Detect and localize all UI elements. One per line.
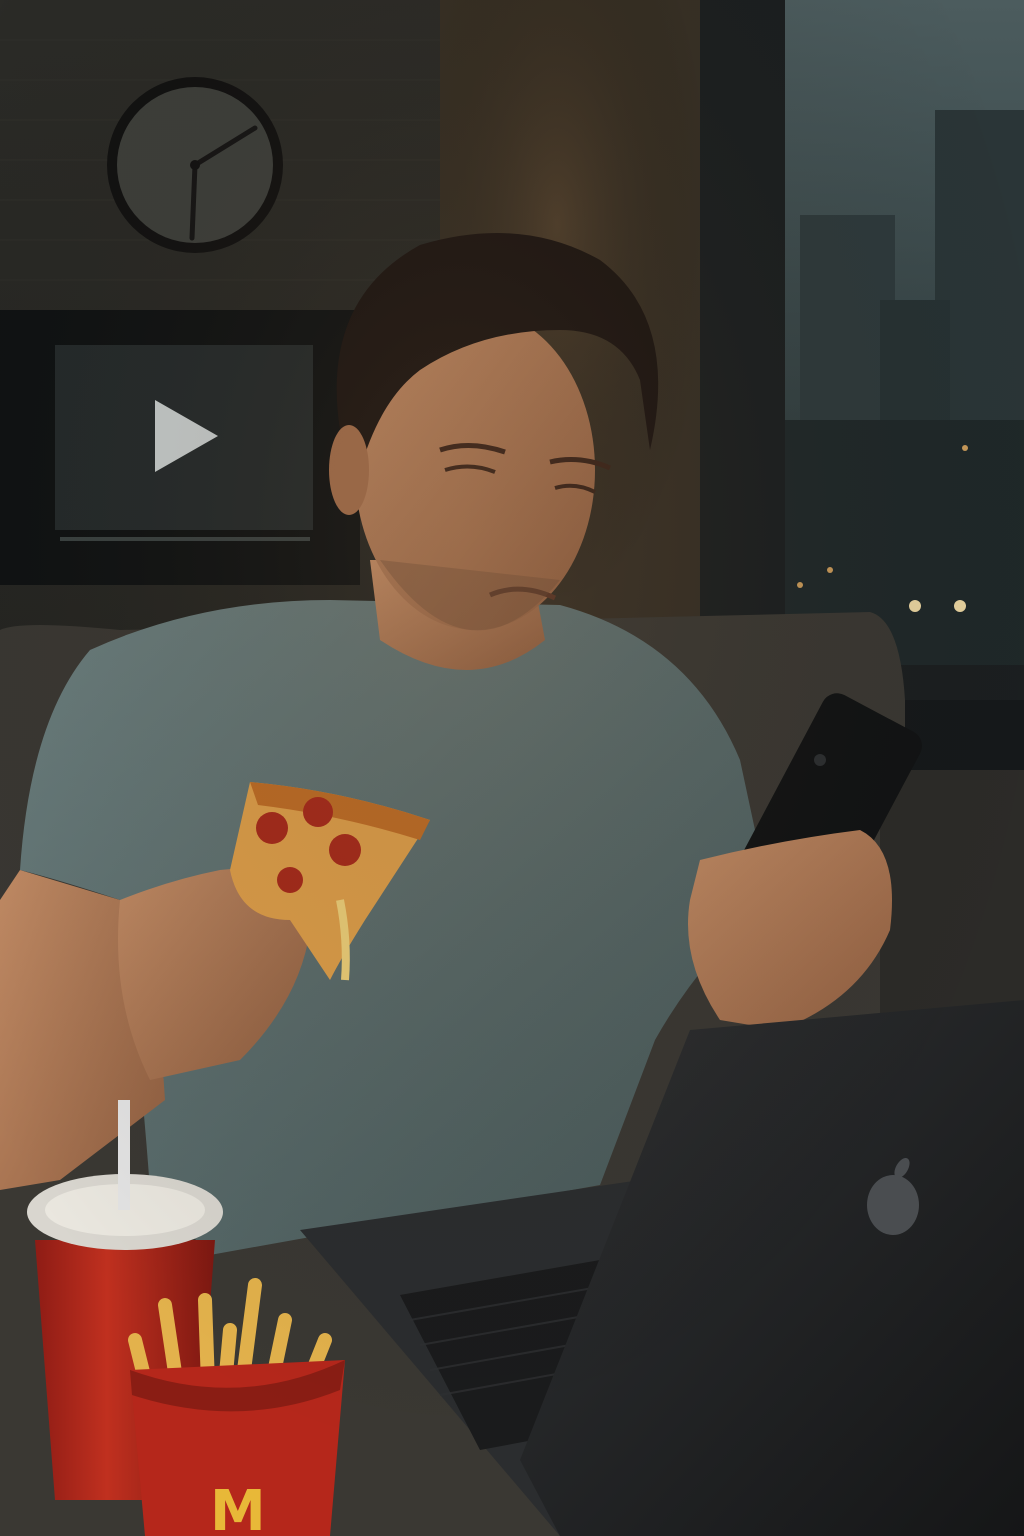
scene-illustration: M: [0, 0, 1024, 1536]
photo-scene: M: [0, 0, 1024, 1536]
